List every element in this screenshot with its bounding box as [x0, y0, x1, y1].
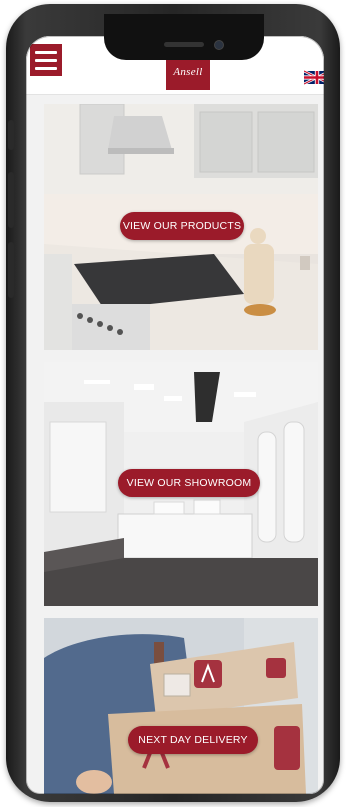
showroom-panel[interactable]: VIEW OUR SHOWROOM — [44, 362, 318, 606]
logo-text: Ansell — [173, 66, 203, 78]
uk-flag-icon[interactable] — [304, 69, 324, 86]
phone-screen: Ansell VIEW OUR PRODUCTS VIEW OUR SHOWRO… — [26, 36, 324, 794]
hamburger-menu-icon[interactable] — [30, 44, 62, 76]
delivery-panel[interactable]: NEXT DAY DELIVERY — [44, 618, 318, 794]
delivery-image — [44, 618, 318, 794]
volume-down-button — [8, 242, 14, 298]
mute-switch — [8, 120, 14, 150]
phone-notch — [104, 14, 264, 60]
next-day-delivery-button[interactable]: NEXT DAY DELIVERY — [128, 726, 258, 754]
view-showroom-button[interactable]: VIEW OUR SHOWROOM — [118, 469, 260, 497]
view-products-button[interactable]: VIEW OUR PRODUCTS — [120, 212, 244, 240]
speaker-grille — [164, 42, 204, 47]
front-camera — [214, 40, 224, 50]
volume-up-button — [8, 172, 14, 228]
products-panel[interactable]: VIEW OUR PRODUCTS — [44, 104, 318, 350]
